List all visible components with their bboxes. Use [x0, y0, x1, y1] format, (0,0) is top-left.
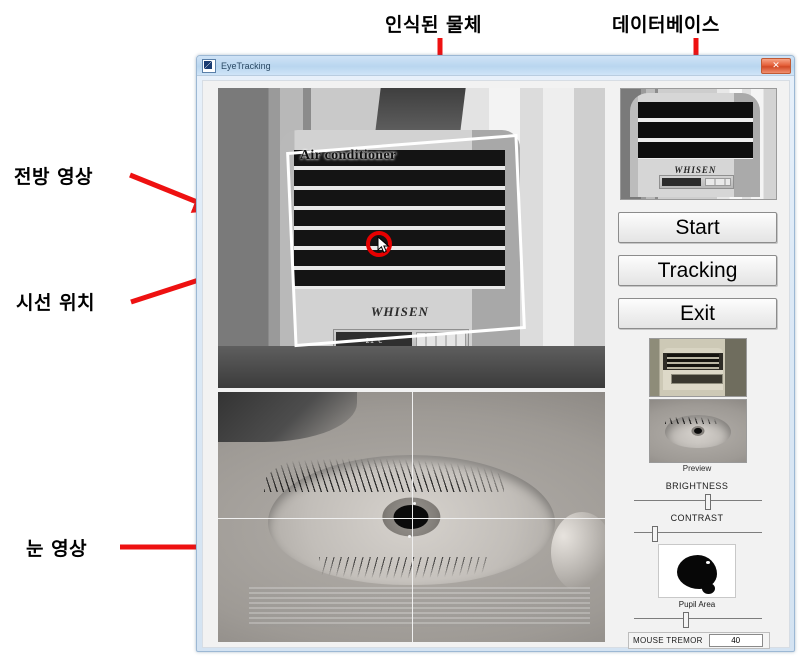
contrast-slider[interactable]	[634, 526, 762, 542]
database-device-panel	[658, 175, 734, 190]
annotation-eye-image: 눈 영상	[26, 538, 88, 560]
annotation-recognized-object: 인식된 물체	[385, 14, 483, 36]
crosshair-horizontal	[218, 518, 605, 520]
mouse-tremor-input[interactable]: 40	[708, 634, 763, 647]
brightness-slider-thumb[interactable]	[704, 494, 711, 510]
database-device-lcd	[661, 178, 701, 187]
detection-bounding-box	[286, 133, 526, 348]
annotation-gaze-position: 시선 위치	[16, 292, 96, 314]
pupil-area-slider[interactable]	[634, 612, 762, 628]
brightness-slider[interactable]	[634, 494, 762, 510]
eye-preview-image	[650, 400, 746, 462]
brightness-slider-track	[634, 500, 762, 501]
scene-preview-thumbnail[interactable]	[649, 338, 747, 397]
client-area: WHISEN 21°C Air conditioner WHISEN Start…	[202, 80, 790, 649]
database-device-brand: WHISEN	[674, 164, 717, 175]
application-window: EyeTracking ✕ WHISEN 21°C Air conditione…	[196, 55, 795, 652]
pupil-blob	[677, 555, 717, 595]
eyebrow-shadow	[218, 392, 358, 442]
right-control-column: WHISEN Start Tracking Exit Preview BRIGH…	[616, 88, 778, 649]
window-title: EyeTracking	[221, 60, 271, 71]
pupil-area-slider-track	[634, 618, 762, 619]
upper-eyelashes	[264, 447, 505, 492]
lower-lid	[248, 587, 590, 627]
database-device-body: WHISEN	[630, 93, 761, 197]
eye-camera-view[interactable]	[218, 392, 605, 642]
floor	[218, 346, 605, 388]
eye-corner-highlight	[550, 512, 605, 592]
title-bar: EyeTracking ✕	[197, 56, 794, 76]
brightness-label: BRIGHTNESS	[665, 481, 729, 491]
front-camera-view[interactable]: WHISEN 21°C Air conditioner	[218, 88, 605, 388]
close-icon[interactable]: ✕	[761, 58, 791, 74]
contrast-slider-thumb[interactable]	[652, 526, 659, 542]
pupil-area-preview[interactable]	[658, 544, 736, 598]
database-device-keys	[704, 178, 731, 187]
crosshair-vertical	[412, 392, 414, 642]
scene-preview-device-panel	[671, 374, 724, 385]
database-device-grill	[638, 101, 753, 159]
eye-preview-thumbnail[interactable]	[649, 399, 747, 463]
scene-preview-image	[650, 339, 746, 396]
tracking-button[interactable]: Tracking	[618, 255, 777, 286]
app-logo-icon	[202, 58, 216, 73]
annotation-database: 데이터베이스	[612, 14, 720, 36]
start-button[interactable]: Start	[618, 212, 777, 243]
database-thumbnail[interactable]: WHISEN	[620, 88, 777, 200]
mouse-tremor-label: MOUSE TREMOR	[633, 636, 703, 645]
preview-label: Preview	[682, 464, 712, 473]
pupil-area-label: Pupil Area	[678, 600, 716, 609]
database-scene: WHISEN	[621, 89, 776, 199]
pupil-area-slider-thumb[interactable]	[683, 612, 690, 628]
exit-button[interactable]: Exit	[618, 298, 777, 329]
detection-label: Air conditioner	[300, 148, 397, 163]
mouse-tremor-row: MOUSE TREMOR 40	[628, 632, 770, 649]
lower-eyelashes	[318, 557, 489, 585]
annotation-front-image: 전방 영상	[14, 166, 94, 188]
contrast-label: CONTRAST	[670, 513, 724, 523]
